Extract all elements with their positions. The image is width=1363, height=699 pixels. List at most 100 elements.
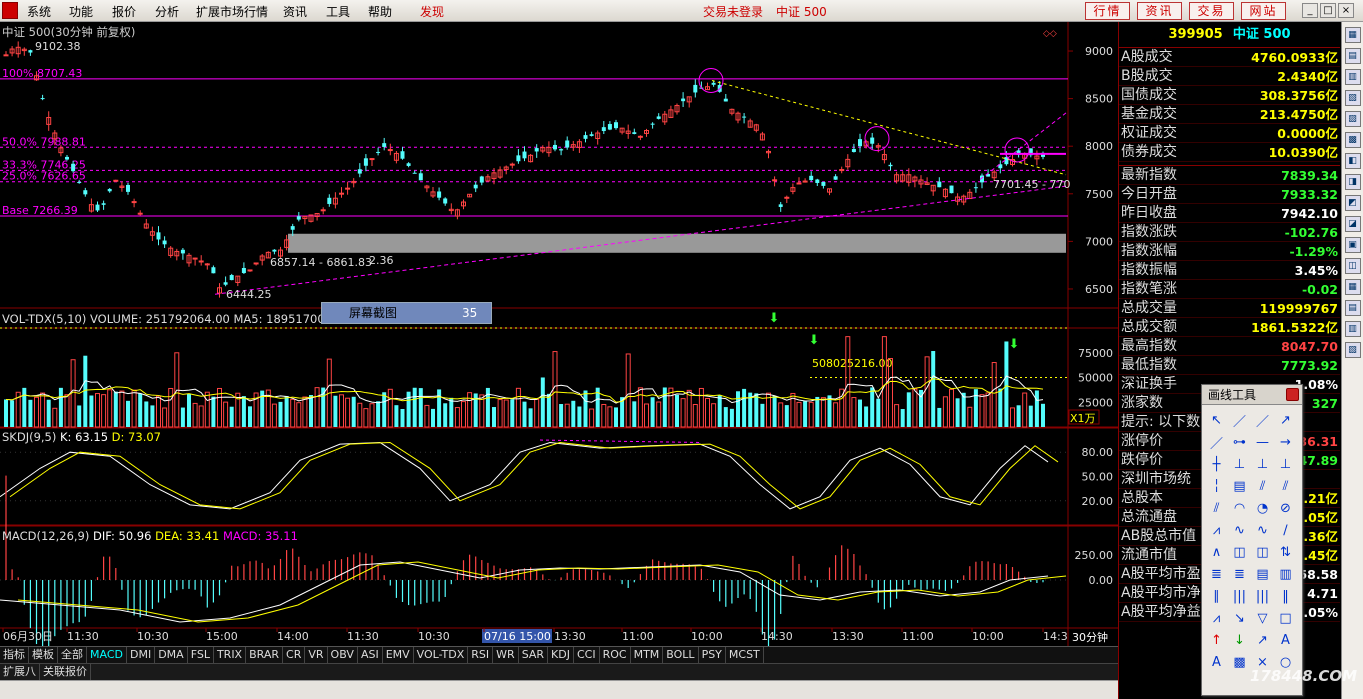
toolbar-icon-9[interactable]: ◩ [1344, 195, 1361, 211]
draw-tool-icon[interactable]: ∧ [1205, 541, 1228, 563]
toolbar-icon-15[interactable]: ▥ [1344, 321, 1361, 337]
menu-discover[interactable]: 发现 [420, 3, 444, 20]
indicator-tab[interactable]: BOLL [663, 647, 699, 663]
draw-tool-icon[interactable]: A [1205, 651, 1228, 673]
menu-news[interactable]: 资讯 [283, 3, 307, 20]
toolbar-icon-16[interactable]: ▧ [1344, 342, 1361, 358]
draw-tool-icon[interactable]: □ [1274, 607, 1297, 629]
draw-tool-icon[interactable]: ◫ [1251, 541, 1274, 563]
draw-tool-icon[interactable]: ▤ [1251, 563, 1274, 585]
indicator-tab[interactable]: DMA [155, 647, 188, 663]
indicator-tab[interactable]: TRIX [214, 647, 247, 663]
draw-tool-icon[interactable]: ／ [1205, 431, 1228, 453]
menu-system[interactable]: 系统 [27, 3, 51, 20]
toolbar-icon-7[interactable]: ◧ [1344, 153, 1361, 169]
draw-tool-icon[interactable]: ⊘ [1274, 497, 1297, 519]
indicator-tab[interactable]: FSL [188, 647, 214, 663]
draw-tool-icon[interactable]: ∿ [1228, 519, 1251, 541]
toolbar-icon-1[interactable]: ▦ [1344, 27, 1361, 43]
indicator-tab[interactable]: 指标 [0, 647, 29, 663]
menu-function[interactable]: 功能 [69, 3, 93, 20]
draw-tool-icon[interactable]: ⫽ [1205, 497, 1228, 519]
indicator-tab[interactable]: VOL-TDX [414, 647, 469, 663]
draw-tool-icon[interactable]: ◫ [1228, 541, 1251, 563]
draw-tool-icon[interactable]: ▩ [1228, 651, 1251, 673]
draw-tool-icon[interactable]: ┼ [1205, 453, 1228, 475]
drawing-tools-palette[interactable]: 画线工具 ↖ ／／ ↗ ／ ⊶ — → ┼ ⊥ ⊥ ⊥ ╎ ▤ ⫽ ⫽ ⫽ ◠ ◔ ⊘ ⩘ ∿ ∿ ∕ ∧ ◫ ◫ ⇅ ≣ ≣ ▤ ▥ ∥ ||… [1201, 384, 1303, 696]
draw-tool-icon[interactable]: ⫽ [1274, 475, 1297, 497]
indicator-tab[interactable]: EMV [383, 647, 414, 663]
draw-tool-icon[interactable]: ▽ [1251, 607, 1274, 629]
draw-tool-icon[interactable]: ／ [1228, 409, 1251, 431]
draw-tool-icon[interactable]: ↘ [1228, 607, 1251, 629]
draw-tool-icon[interactable]: ／ [1251, 409, 1274, 431]
draw-tool-icon[interactable]: ⊶ [1228, 431, 1251, 453]
draw-tool-icon[interactable]: ╎ [1205, 475, 1228, 497]
indicator-tab[interactable]: RSI [468, 647, 494, 663]
draw-tool-icon[interactable]: ◔ [1251, 497, 1274, 519]
draw-tool-icon[interactable]: ↑ [1205, 629, 1228, 651]
toolbar-icon-6[interactable]: ▩ [1344, 132, 1361, 148]
indicator-tab[interactable]: 全部 [58, 647, 87, 663]
quote-button[interactable]: 行情 [1085, 2, 1130, 20]
indicator-tab[interactable]: VR [305, 647, 328, 663]
maximize-icon[interactable]: □ [1320, 3, 1336, 18]
indicator-tab[interactable]: MTM [631, 647, 664, 663]
draw-tool-icon[interactable]: ⫽ [1251, 475, 1274, 497]
minimize-icon[interactable]: _ [1302, 3, 1318, 18]
draw-tool-icon[interactable]: ≣ [1228, 563, 1251, 585]
draw-tool-icon[interactable]: ⩘ [1205, 607, 1228, 629]
toolbar-icon-5[interactable]: ▨ [1344, 111, 1361, 127]
toolbar-icon-4[interactable]: ▧ [1344, 90, 1361, 106]
draw-tool-icon[interactable]: → [1274, 431, 1297, 453]
toolbar-icon-11[interactable]: ▣ [1344, 237, 1361, 253]
draw-tool-icon[interactable]: ||| [1251, 585, 1274, 607]
indicator-tab[interactable]: CR [283, 647, 306, 663]
indicator-tab[interactable]: KDJ [548, 647, 574, 663]
indicator-tab[interactable]: ASI [358, 647, 383, 663]
toolbar-icon-3[interactable]: ▥ [1344, 69, 1361, 85]
draw-tool-icon[interactable]: ⩘ [1205, 519, 1228, 541]
indicator-tab[interactable]: SAR [519, 647, 549, 663]
kline-chart-area[interactable]: 9000 8500 8000 7500 7000 6500 100% 8707.43 50.0… [0, 22, 1118, 646]
toolbar-icon-14[interactable]: ▤ [1344, 300, 1361, 316]
indicator-tab[interactable]: WR [493, 647, 519, 663]
draw-tool-icon[interactable]: A [1274, 629, 1297, 651]
website-button[interactable]: 网站 [1241, 2, 1286, 20]
draw-tool-icon[interactable]: ↗ [1251, 629, 1274, 651]
toolbar-icon-12[interactable]: ◫ [1344, 258, 1361, 274]
toolbar-icon-2[interactable]: ▤ [1344, 48, 1361, 64]
menu-tools[interactable]: 工具 [326, 3, 350, 20]
indicator-tab[interactable]: MACD [87, 647, 127, 663]
draw-tool-icon[interactable]: ∥ [1205, 585, 1228, 607]
news-button[interactable]: 资讯 [1137, 2, 1182, 20]
extended-tab[interactable]: 扩展八 [0, 664, 40, 680]
indicator-tab[interactable]: 模板 [29, 647, 58, 663]
draw-tool-icon[interactable]: ◠ [1228, 497, 1251, 519]
draw-tool-icon[interactable]: ▥ [1274, 563, 1297, 585]
draw-tool-icon[interactable]: ⊥ [1274, 453, 1297, 475]
menu-analysis[interactable]: 分析 [155, 3, 179, 20]
indicator-tab[interactable]: MCST [726, 647, 764, 663]
screenshot-tooltip[interactable]: 屏幕截图 35 [321, 302, 492, 324]
menu-quote[interactable]: 报价 [112, 3, 136, 20]
draw-tool-icon[interactable]: ↓ [1228, 629, 1251, 651]
indicator-tab[interactable]: OBV [328, 647, 358, 663]
draw-tool-icon[interactable]: ∕ [1274, 519, 1297, 541]
indicator-tab[interactable]: BRAR [246, 647, 284, 663]
indicator-tab[interactable]: ROC [600, 647, 631, 663]
draw-tool-icon[interactable]: ↖ [1205, 409, 1228, 431]
indicator-tab[interactable]: DMI [127, 647, 156, 663]
draw-tool-icon[interactable]: ⊥ [1251, 453, 1274, 475]
toolbar-icon-10[interactable]: ◪ [1344, 216, 1361, 232]
draw-tool-icon[interactable]: — [1251, 431, 1274, 453]
draw-tool-icon[interactable]: ↗ [1274, 409, 1297, 431]
draw-tool-icon[interactable]: ≣ [1205, 563, 1228, 585]
trade-button[interactable]: 交易 [1189, 2, 1234, 20]
draw-tool-icon[interactable]: ⊥ [1228, 453, 1251, 475]
toolbar-icon-8[interactable]: ◨ [1344, 174, 1361, 190]
menu-extended-market[interactable]: 扩展市场行情 [196, 3, 268, 20]
menu-help[interactable]: 帮助 [368, 3, 392, 20]
toolbar-icon-13[interactable]: ▦ [1344, 279, 1361, 295]
indicator-tab[interactable]: PSY [699, 647, 726, 663]
